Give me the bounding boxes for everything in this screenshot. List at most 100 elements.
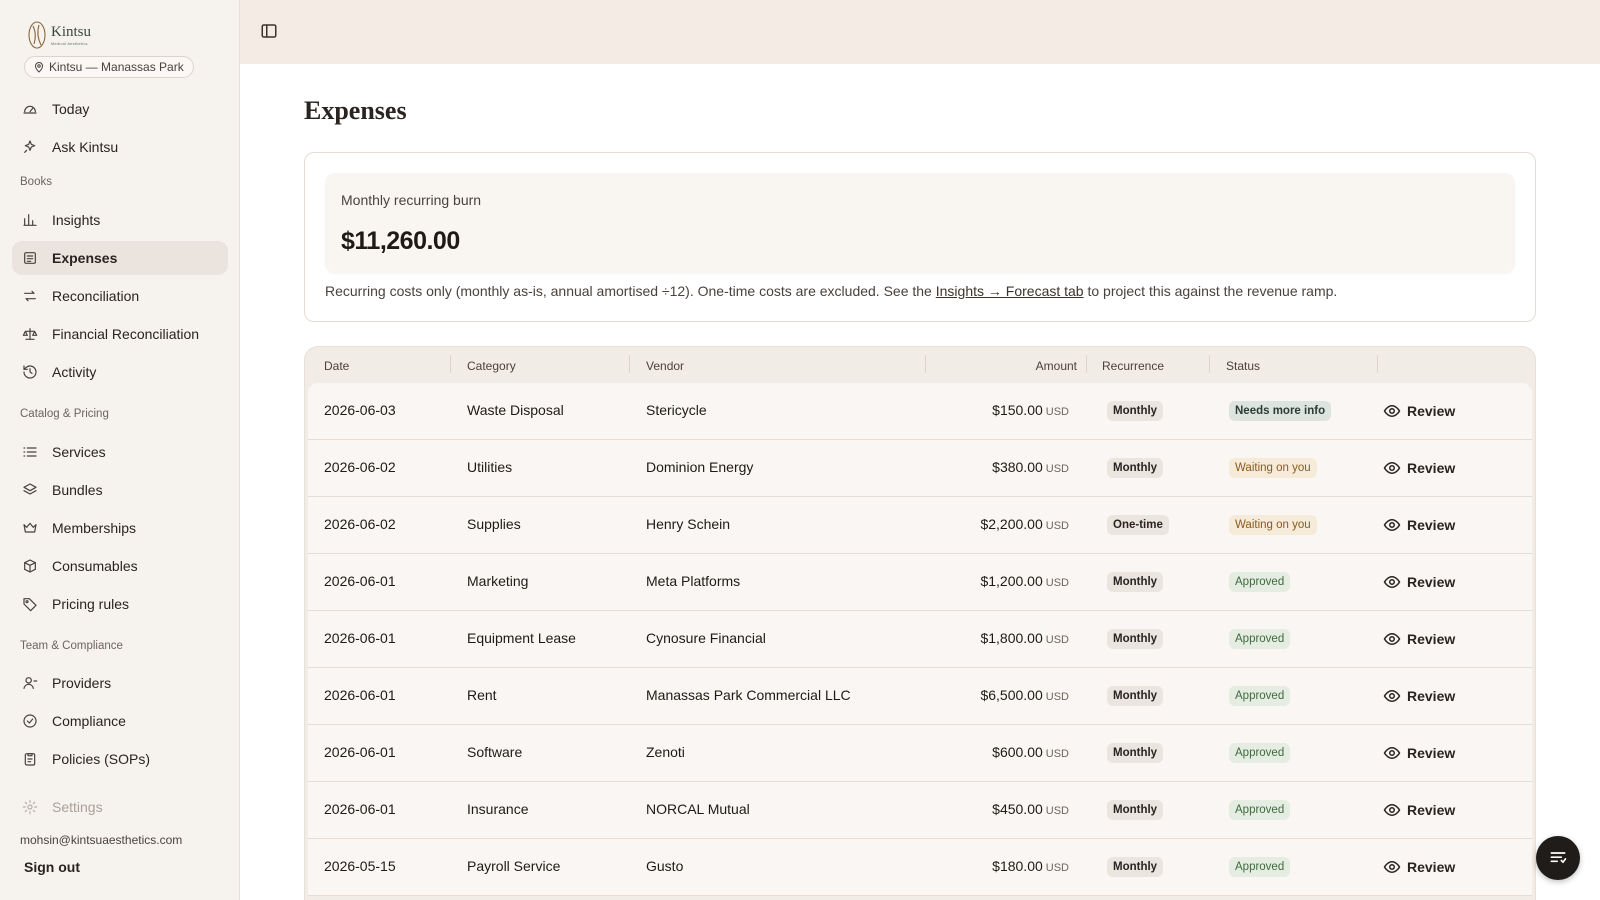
sidebar-item-label: Settings: [52, 799, 103, 815]
expense-amount: $380.00 USD: [992, 459, 1069, 475]
expense-amount: $2,200.00 USD: [980, 516, 1069, 532]
table-body: 2026-06-03 Waste Disposal Stericycle $150.0…: [308, 383, 1532, 896]
review-label: Review: [1407, 517, 1456, 533]
amount-value: $380.00: [992, 459, 1043, 475]
review-button[interactable]: Review: [1383, 858, 1455, 876]
sidebar-item-services[interactable]: Services: [12, 435, 228, 469]
recurrence-badge: Monthly: [1107, 743, 1164, 763]
column-header-category[interactable]: Category: [467, 359, 516, 373]
status-badge: Waiting on you: [1229, 515, 1317, 535]
column-divider: [450, 355, 451, 373]
column-header-vendor[interactable]: Vendor: [646, 359, 684, 373]
package-icon: [22, 558, 38, 574]
amount-value: $2,200.00: [980, 516, 1043, 532]
amount-currency: USD: [1045, 634, 1069, 646]
sidebar-item-memberships[interactable]: Memberships: [12, 511, 228, 545]
sidebar-item-reconciliation[interactable]: Reconciliation: [12, 279, 228, 313]
sidebar-item-label: Bundles: [52, 482, 103, 498]
gauge-icon: [22, 101, 38, 117]
expense-amount: $1,800.00 USD: [980, 630, 1069, 646]
sidebar-section-title: Books: [20, 176, 52, 188]
expense-vendor: Gusto: [646, 858, 684, 874]
column-divider: [1209, 355, 1210, 373]
amount-value: $6,500.00: [980, 687, 1043, 703]
crown-icon: [22, 520, 38, 536]
sidebar-item-consumables[interactable]: Consumables: [12, 549, 228, 583]
review-button[interactable]: Review: [1383, 402, 1455, 420]
recurrence-badge: Monthly: [1107, 572, 1164, 592]
kintsu-logo-icon: [27, 20, 47, 50]
expense-amount: $180.00 USD: [992, 858, 1069, 874]
table-row[interactable]: 2026-06-02 Utilities Dominion Energy $380.0…: [308, 440, 1532, 497]
sidebar-item-pricing-rules[interactable]: Pricing rules: [12, 587, 228, 621]
amount-value: $180.00: [992, 858, 1043, 874]
expense-category: Waste Disposal: [467, 402, 564, 418]
review-button[interactable]: Review: [1383, 630, 1455, 648]
table-row[interactable]: 2026-06-01 Marketing Meta Platforms $1,200.…: [308, 554, 1532, 611]
sidebar-item-label: Today: [52, 101, 90, 117]
list-icon: [22, 444, 38, 460]
recurring-burn-card: Monthly recurring burn $11,260.00 Recurr…: [304, 152, 1536, 322]
table-row[interactable]: 2026-06-02 Supplies Henry Schein $2,200.00 U…: [308, 497, 1532, 554]
sidebar-item-policies-sops[interactable]: Policies (SOPs): [12, 742, 228, 776]
expense-vendor: Zenoti: [646, 744, 685, 760]
check-badge-icon: [22, 713, 38, 729]
expense-amount: $6,500.00 USD: [980, 687, 1069, 703]
brand-name: Kintsu: [51, 23, 92, 40]
sidebar-section-title: Catalog & Pricing: [20, 408, 109, 420]
filter-fab-button[interactable]: [1536, 836, 1580, 880]
table-row[interactable]: 2026-06-01 Equipment Lease Cynosure Financ…: [308, 611, 1532, 668]
burn-metric-panel: Monthly recurring burn $11,260.00: [325, 173, 1515, 273]
sidebar-section-title: Team & Compliance: [20, 640, 123, 652]
expense-date: 2026-06-01: [324, 687, 396, 703]
sidebar-item-expenses[interactable]: Expenses: [12, 241, 228, 275]
review-button[interactable]: Review: [1383, 744, 1455, 762]
sidebar-item-activity[interactable]: Activity: [12, 355, 228, 389]
table-row[interactable]: 2026-06-01 Insurance NORCAL Mutual $450.00 U…: [308, 782, 1532, 839]
column-header-date[interactable]: Date: [324, 359, 349, 373]
sidebar-item-providers[interactable]: Providers: [12, 666, 228, 700]
column-divider: [1377, 355, 1378, 373]
user-icon: [22, 675, 38, 691]
table-row[interactable]: 2026-06-01 Rent Manassas Park Commercial L…: [308, 668, 1532, 725]
location-selector[interactable]: Kintsu — Manassas Park: [24, 56, 194, 78]
eye-icon: [1383, 516, 1401, 534]
review-button[interactable]: Review: [1383, 516, 1455, 534]
location-label: Kintsu — Manassas Park: [49, 60, 184, 74]
forecast-tab-link[interactable]: Insights → Forecast tab: [936, 283, 1084, 299]
sidebar-item-bundles[interactable]: Bundles: [12, 473, 228, 507]
status-badge: Approved: [1229, 629, 1291, 649]
column-header-recurrence[interactable]: Recurrence: [1102, 359, 1164, 373]
sidebar: Kintsu Medical Aesthetics Kintsu — Manas…: [0, 0, 240, 900]
review-button[interactable]: Review: [1383, 687, 1455, 705]
column-header-amount[interactable]: Amount: [1027, 359, 1077, 373]
sign-out-button[interactable]: Sign out: [24, 859, 80, 875]
expense-category: Equipment Lease: [467, 630, 576, 646]
review-button[interactable]: Review: [1383, 459, 1455, 477]
amount-currency: USD: [1045, 577, 1069, 589]
table-row[interactable]: 2026-06-03 Waste Disposal Stericycle $150.0…: [308, 383, 1532, 440]
amount-value: $450.00: [992, 801, 1043, 817]
sidebar-item-settings[interactable]: Settings: [12, 790, 228, 824]
brand-logo[interactable]: Kintsu Medical Aesthetics: [27, 20, 91, 50]
review-button[interactable]: Review: [1383, 801, 1455, 819]
sidebar-toggle-icon[interactable]: [260, 22, 280, 42]
sidebar-item-today[interactable]: Today: [12, 92, 228, 126]
sidebar-item-insights[interactable]: Insights: [12, 203, 228, 237]
sidebar-item-ask-kintsu[interactable]: Ask Kintsu: [12, 130, 228, 164]
sidebar-item-compliance[interactable]: Compliance: [12, 704, 228, 738]
review-button[interactable]: Review: [1383, 573, 1455, 591]
table-row[interactable]: 2026-06-01 Software Zenoti $600.00 USD Monthl…: [308, 725, 1532, 782]
status-badge: Approved: [1229, 686, 1291, 706]
sidebar-item-label: Reconciliation: [52, 288, 140, 304]
expense-date: 2026-06-01: [324, 744, 396, 760]
sidebar-item-financial-reconciliation[interactable]: Financial Reconciliation: [12, 317, 228, 351]
recurrence-badge: Monthly: [1107, 458, 1164, 478]
burn-note-text: Recurring costs only (monthly as-is, ann…: [325, 283, 936, 299]
table-row[interactable]: 2026-05-15 Payroll Service Gusto $180.00 USD…: [308, 839, 1532, 896]
column-header-status[interactable]: Status: [1226, 359, 1260, 373]
burn-label: Monthly recurring burn: [341, 192, 482, 208]
expense-amount: $600.00 USD: [992, 744, 1069, 760]
expense-category: Rent: [467, 687, 497, 703]
amount-value: $600.00: [992, 744, 1043, 760]
